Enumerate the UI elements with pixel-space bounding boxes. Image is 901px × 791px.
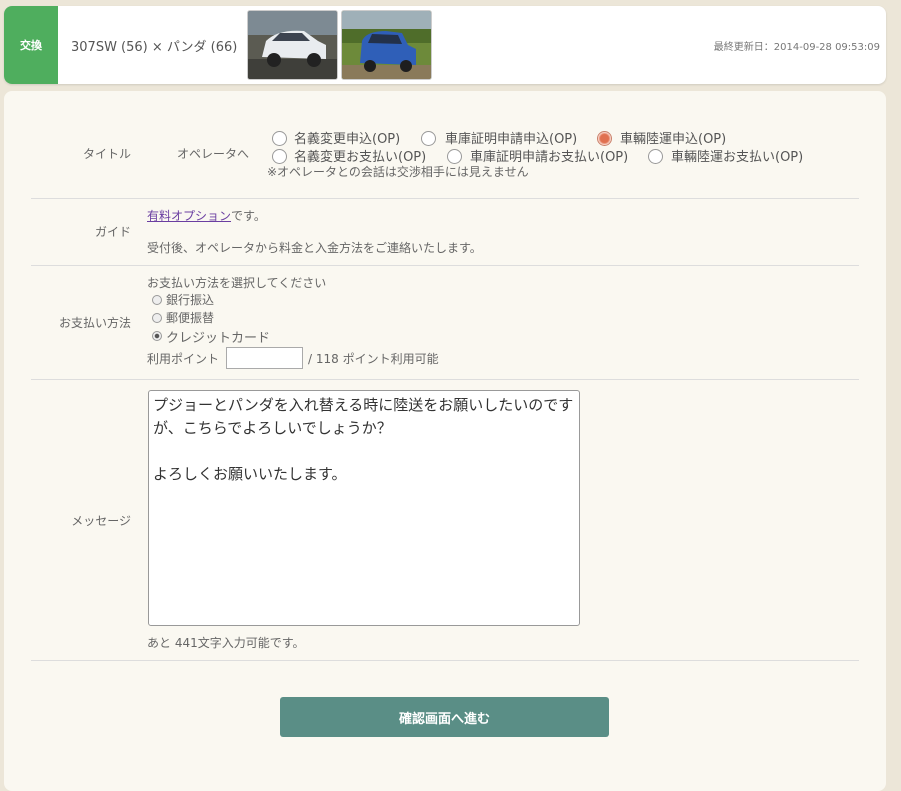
- message-textarea[interactable]: [148, 390, 580, 626]
- remaining-chars: あと 441文字入力可能です。: [147, 636, 305, 650]
- operator-note: ※オペレータとの会話は交渉相手には見えません: [267, 165, 529, 179]
- points-available: / 118 ポイント利用可能: [308, 352, 439, 366]
- trade-title: 307SW (56) × パンダ (66): [71, 40, 238, 55]
- form-card: タイトル オペレータへ 名義変更申込(OP) 車庫証明申請申込(OP) 車輛陸運…: [4, 91, 886, 791]
- title-label: タイトル: [82, 147, 131, 161]
- points-label: 利用ポイント: [147, 352, 220, 366]
- radio-meigi-pay[interactable]: [272, 149, 287, 164]
- confirm-button[interactable]: 確認画面へ進む: [280, 697, 609, 737]
- payment-row: お支払い方法 お支払い方法を選択してください 銀行振込 郵便振替 クレジットカー…: [31, 266, 859, 380]
- points-input[interactable]: [226, 347, 303, 369]
- radio-label-rikuso-apply: 車輛陸運申込(OP): [620, 132, 727, 147]
- guide-text: 受付後、オペレータから料金と入金方法をご連絡いたします。: [147, 241, 482, 255]
- guide-row: ガイド 有料オプションです。 受付後、オペレータから料金と入金方法をご連絡いたし…: [31, 199, 859, 266]
- radio-label-postal-transfer: 郵便振替: [166, 311, 215, 325]
- radio-shako-pay[interactable]: [447, 149, 462, 164]
- message-label: メッセージ: [71, 514, 131, 528]
- title-row: タイトル オペレータへ 名義変更申込(OP) 車庫証明申請申込(OP) 車輛陸運…: [31, 91, 859, 199]
- payment-label: お支払い方法: [58, 316, 131, 330]
- radio-credit-card[interactable]: [152, 331, 162, 341]
- radio-bank-transfer[interactable]: [152, 295, 162, 305]
- radio-label-bank-transfer: 銀行振込: [166, 293, 215, 307]
- operator-label: オペレータへ: [176, 147, 249, 161]
- last-updated: 最終更新日：2014-09-28 09:53:09: [713, 42, 880, 53]
- white-car-photo: [248, 11, 337, 79]
- trade-badge: 交換: [4, 6, 58, 84]
- trade-header: 交換 307SW (56) × パンダ (66) 最終更新日：2014-09-2…: [4, 6, 886, 84]
- radio-label-credit-card: クレジットカード: [166, 331, 271, 346]
- radio-postal-transfer[interactable]: [152, 313, 162, 323]
- paid-option-link[interactable]: 有料オプション: [147, 209, 231, 223]
- guide-link-suffix: です。: [231, 209, 266, 223]
- message-row: メッセージ あと 441文字入力可能です。: [31, 380, 859, 661]
- radio-label-meigi-apply: 名義変更申込(OP): [294, 132, 401, 147]
- radio-label-rikuso-pay: 車輛陸運お支払い(OP): [671, 150, 804, 165]
- car-thumbnail-panda[interactable]: [341, 10, 432, 80]
- radio-rikuso-apply[interactable]: [597, 131, 612, 146]
- radio-shako-apply[interactable]: [421, 131, 436, 146]
- radio-rikuso-pay[interactable]: [648, 149, 663, 164]
- guide-option-text: 有料オプションです。: [147, 207, 266, 224]
- radio-label-shako-apply: 車庫証明申請申込(OP): [445, 132, 578, 147]
- radio-meigi-apply[interactable]: [272, 131, 287, 146]
- payment-prompt: お支払い方法を選択してください: [147, 276, 327, 290]
- guide-label: ガイド: [94, 225, 131, 239]
- car-thumbnail-peugeot[interactable]: [247, 10, 338, 80]
- blue-car-photo: [342, 11, 431, 79]
